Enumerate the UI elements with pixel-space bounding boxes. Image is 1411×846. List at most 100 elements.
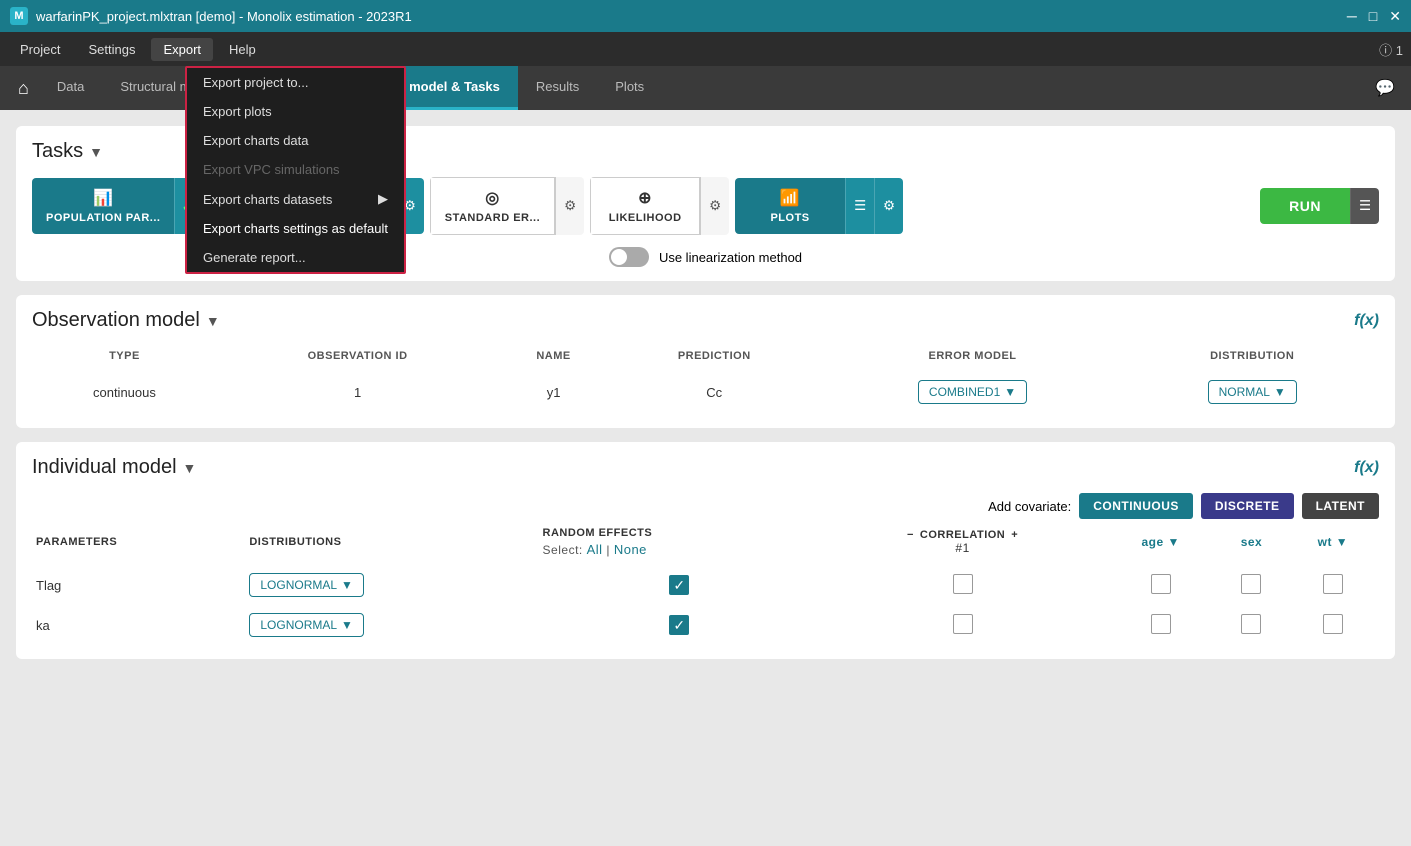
run-button-group: RUN ☰ [1260,188,1379,224]
add-covariate-label: Add covariate: [988,499,1071,514]
observation-model-fx[interactable]: f(x) [1354,312,1379,330]
dropdown-export-project[interactable]: Export project to... [187,68,404,97]
close-button[interactable]: ✕ [1389,8,1401,25]
select-none-link[interactable]: None [614,542,647,557]
tab-plots[interactable]: Plots [597,66,662,110]
dropdown-export-charts-settings[interactable]: Export charts settings as default [187,214,404,243]
observation-model-title: Observation model [32,309,200,332]
window-controls: ─ □ ✕ [1347,8,1401,25]
individual-model-arrow[interactable]: ▼ [183,460,197,476]
population-par-label: POPULATION PAR... [46,212,160,224]
error-model-dropdown[interactable]: COMBINED1 ▼ [918,380,1027,404]
tab-results[interactable]: Results [518,66,597,110]
dropdown-export-vpc: Export VPC simulations [187,155,404,184]
tasks-expand-arrow[interactable]: ▼ [89,144,103,160]
error-model-arrow: ▼ [1004,385,1016,399]
ind-dist-ka[interactable]: LOGNORMAL ▼ [245,605,538,645]
obs-id-cell: 1 [217,370,498,414]
submenu-arrow-icon: ▶ [378,191,388,207]
obs-col-type: TYPE [32,342,217,370]
chat-icon[interactable]: 💬 [1367,70,1403,106]
covariate-latent-btn[interactable]: LATENT [1302,493,1379,519]
obs-error-cell[interactable]: COMBINED1 ▼ [820,370,1126,414]
correlation-num: #1 [824,541,1101,555]
ind-random-ka[interactable]: ✓ [539,605,820,645]
run-button[interactable]: RUN [1260,188,1350,224]
minimize-button[interactable]: ─ [1347,8,1357,25]
menu-help[interactable]: Help [217,38,268,61]
ka-corr-checkbox[interactable] [953,614,973,634]
ind-param-tlag: Tlag [32,565,245,605]
ind-corr-tlag[interactable] [820,565,1105,605]
tlag-dist-dropdown[interactable]: LOGNORMAL ▼ [249,573,364,597]
task-population-par-button[interactable]: 📊 POPULATION PAR... [32,178,174,234]
ind-wt-tlag[interactable] [1287,565,1379,605]
ind-dist-tlag[interactable]: LOGNORMAL ▼ [245,565,538,605]
dropdown-export-charts-datasets[interactable]: Export charts datasets ▶ [187,184,404,214]
ind-sex-ka[interactable] [1216,605,1287,645]
distribution-dropdown[interactable]: NORMAL ▼ [1208,380,1297,404]
observation-model-arrow[interactable]: ▼ [206,313,220,329]
covariate-discrete-btn[interactable]: DISCRETE [1201,493,1294,519]
ind-sex-tlag[interactable] [1216,565,1287,605]
tlag-corr-checkbox[interactable] [953,574,973,594]
task-plots-settings[interactable]: ⚙ [874,178,903,234]
linearization-toggle[interactable] [609,247,649,267]
app-icon: M [10,7,28,25]
task-plots-button[interactable]: 📶 PLOTS [735,178,845,234]
ind-param-ka: ka [32,605,245,645]
tlag-wt-checkbox[interactable] [1323,574,1343,594]
ind-age-tlag[interactable] [1105,565,1216,605]
ind-wt-ka[interactable] [1287,605,1379,645]
covariate-continuous-btn[interactable]: CONTINUOUS [1079,493,1193,519]
ind-col-sex[interactable]: sex [1216,519,1287,565]
select-all-link[interactable]: All [587,542,603,557]
ka-age-checkbox[interactable] [1151,614,1171,634]
plots-label: PLOTS [770,212,809,224]
corr-plus[interactable]: + [1011,529,1018,541]
obs-name-cell: y1 [498,370,609,414]
obs-dist-cell[interactable]: NORMAL ▼ [1125,370,1379,414]
tab-data[interactable]: Data [39,66,102,110]
ka-dist-dropdown[interactable]: LOGNORMAL ▼ [249,613,364,637]
ind-col-wt[interactable]: wt ▼ [1287,519,1379,565]
run-options[interactable]: ☰ [1350,188,1379,224]
observation-table: TYPE OBSERVATION ID NAME PREDICTION ERRO… [32,342,1379,414]
dropdown-export-plots[interactable]: Export plots [187,97,404,126]
tlag-age-checkbox[interactable] [1151,574,1171,594]
maximize-button[interactable]: □ [1369,8,1377,25]
individual-model-title: Individual model [32,456,177,479]
tlag-sex-checkbox[interactable] [1241,574,1261,594]
home-button[interactable]: ⌂ [8,74,39,103]
menu-settings[interactable]: Settings [76,38,147,61]
obs-col-id: OBSERVATION ID [217,342,498,370]
ka-wt-checkbox[interactable] [1323,614,1343,634]
ka-random-checkbox[interactable]: ✓ [669,615,689,635]
tlag-random-checkbox[interactable]: ✓ [669,575,689,595]
dropdown-generate-report[interactable]: Generate report... [187,243,404,272]
ind-random-tlag[interactable]: ✓ [539,565,820,605]
ind-col-age[interactable]: age ▼ [1105,519,1216,565]
menu-project[interactable]: Project [8,38,72,61]
table-row: Tlag LOGNORMAL ▼ ✓ [32,565,1379,605]
task-standard-er-settings[interactable]: ⚙ [555,177,584,235]
individual-model-fx[interactable]: f(x) [1354,459,1379,477]
individual-model-section: Individual model ▼ f(x) Add covariate: C… [16,442,1395,659]
dropdown-export-charts-data[interactable]: Export charts data [187,126,404,155]
menu-export[interactable]: Export [151,38,213,61]
individual-model-header-row: Individual model ▼ f(x) [32,456,1379,479]
task-likelihood-settings[interactable]: ⚙ [700,177,729,235]
task-plots-list[interactable]: ☰ [845,178,874,234]
ind-col-dists: DISTRIBUTIONS [245,519,538,565]
corr-minus[interactable]: − [907,529,914,541]
ka-dist-arrow: ▼ [341,618,353,632]
likelihood-label: LIKELIHOOD [609,212,682,224]
individual-table: PARAMETERS DISTRIBUTIONS RANDOM EFFECTS … [32,519,1379,645]
export-dropdown-menu: Export project to... Export plots Export… [185,66,406,274]
ka-sex-checkbox[interactable] [1241,614,1261,634]
ind-corr-ka[interactable] [820,605,1105,645]
task-standard-er-button[interactable]: ◎ STANDARD ER... [430,177,555,235]
distribution-arrow: ▼ [1274,385,1286,399]
task-likelihood-button[interactable]: ⊕ LIKELIHOOD [590,177,700,235]
ind-age-ka[interactable] [1105,605,1216,645]
